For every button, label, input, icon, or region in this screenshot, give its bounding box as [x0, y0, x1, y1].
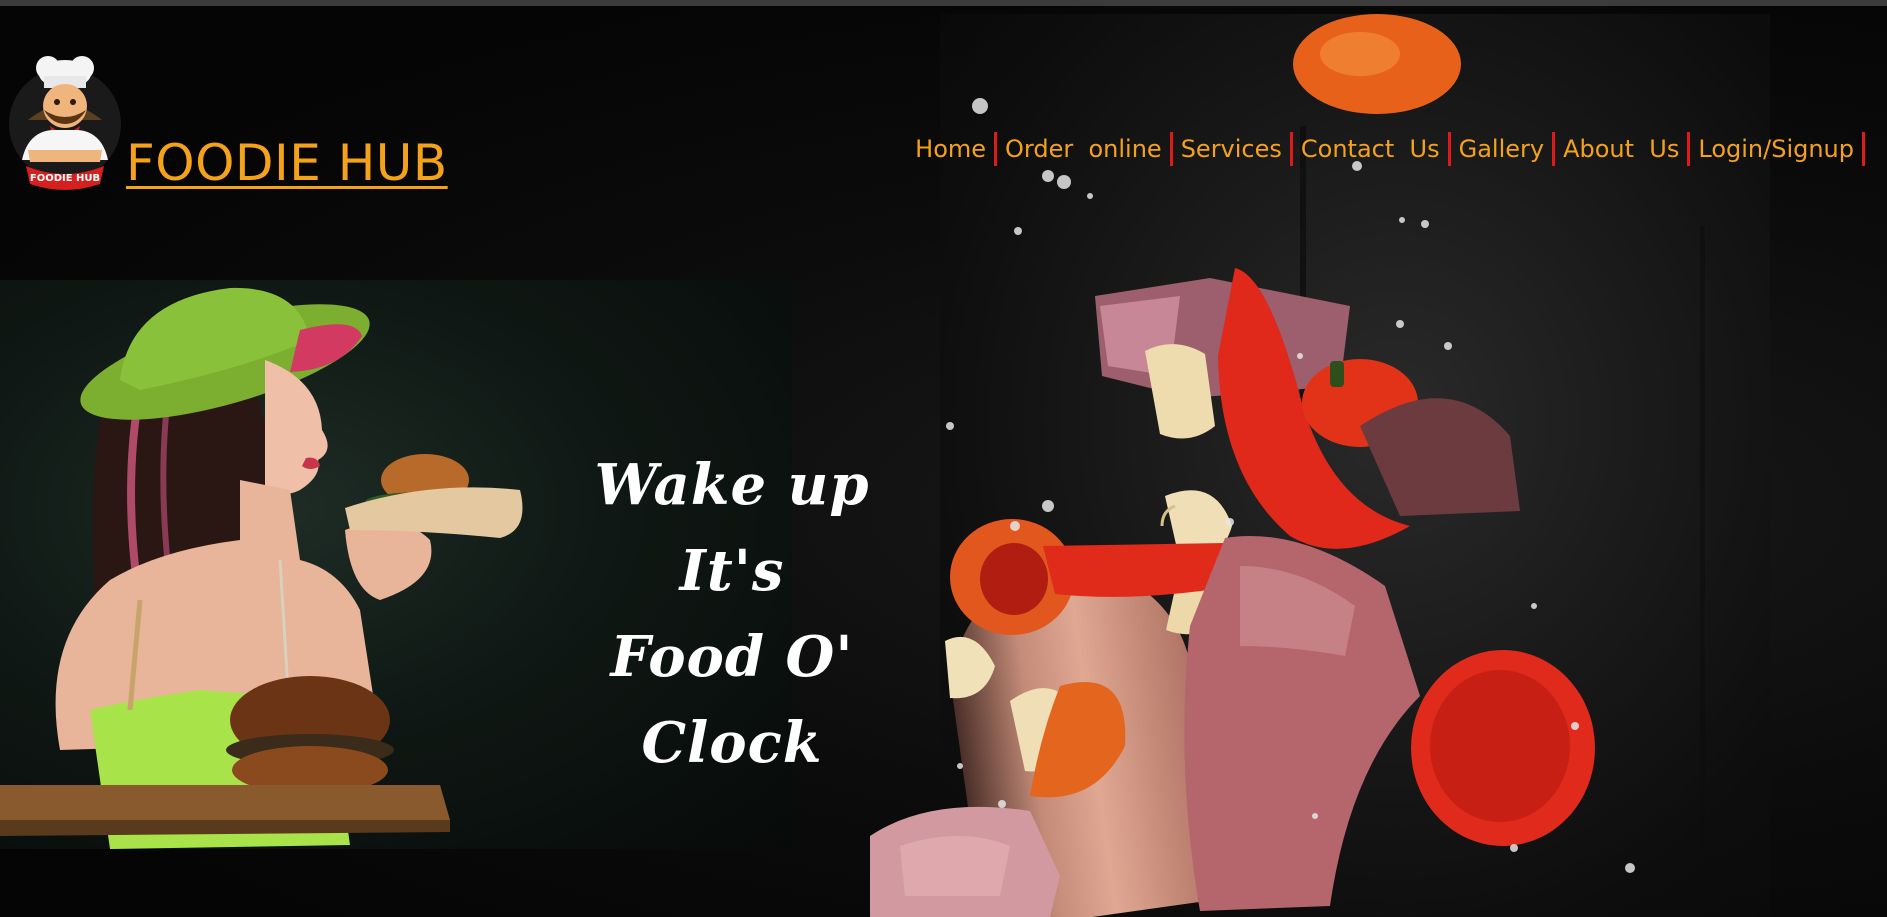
hero-background: FOODIE HUB FOODIE HUB Home Order online …: [0, 6, 1887, 917]
nav-item-order-online[interactable]: Order online: [997, 132, 1173, 166]
tagline-line: It's: [679, 538, 785, 604]
nav-item-contact-us[interactable]: Contact Us: [1293, 132, 1451, 166]
nav-item-about-us[interactable]: About Us: [1555, 132, 1691, 166]
nav-item-gallery[interactable]: Gallery: [1451, 132, 1556, 166]
nav-item-label: Contact Us: [1300, 135, 1440, 163]
tagline-line: Food O' Clock: [610, 624, 854, 776]
nav-item-label: Services: [1180, 135, 1282, 163]
nav-item-label: Home: [915, 135, 987, 163]
nav-item-label: About Us: [1563, 135, 1680, 163]
nav-item-services[interactable]: Services: [1173, 132, 1293, 166]
tagline-line: Wake up: [594, 452, 870, 518]
main-navigation: Home Order online Services Contact Us Ga…: [907, 132, 1865, 166]
hero-tagline: Wake up It's Food O' Clock: [560, 442, 904, 786]
brand-name-link[interactable]: FOODIE HUB: [126, 134, 448, 192]
nav-item-login-signup[interactable]: Login/Signup: [1690, 132, 1865, 166]
nav-item-label: Gallery: [1458, 135, 1545, 163]
nav-item-home[interactable]: Home: [907, 132, 998, 166]
logo-badge-text: FOODIE HUB: [30, 173, 100, 184]
nav-item-label: Order online: [1005, 135, 1162, 163]
nav-item-label: Login/Signup: [1698, 135, 1854, 163]
chef-logo-icon[interactable]: FOODIE HUB: [8, 50, 122, 192]
nav-separator: [1862, 132, 1865, 166]
